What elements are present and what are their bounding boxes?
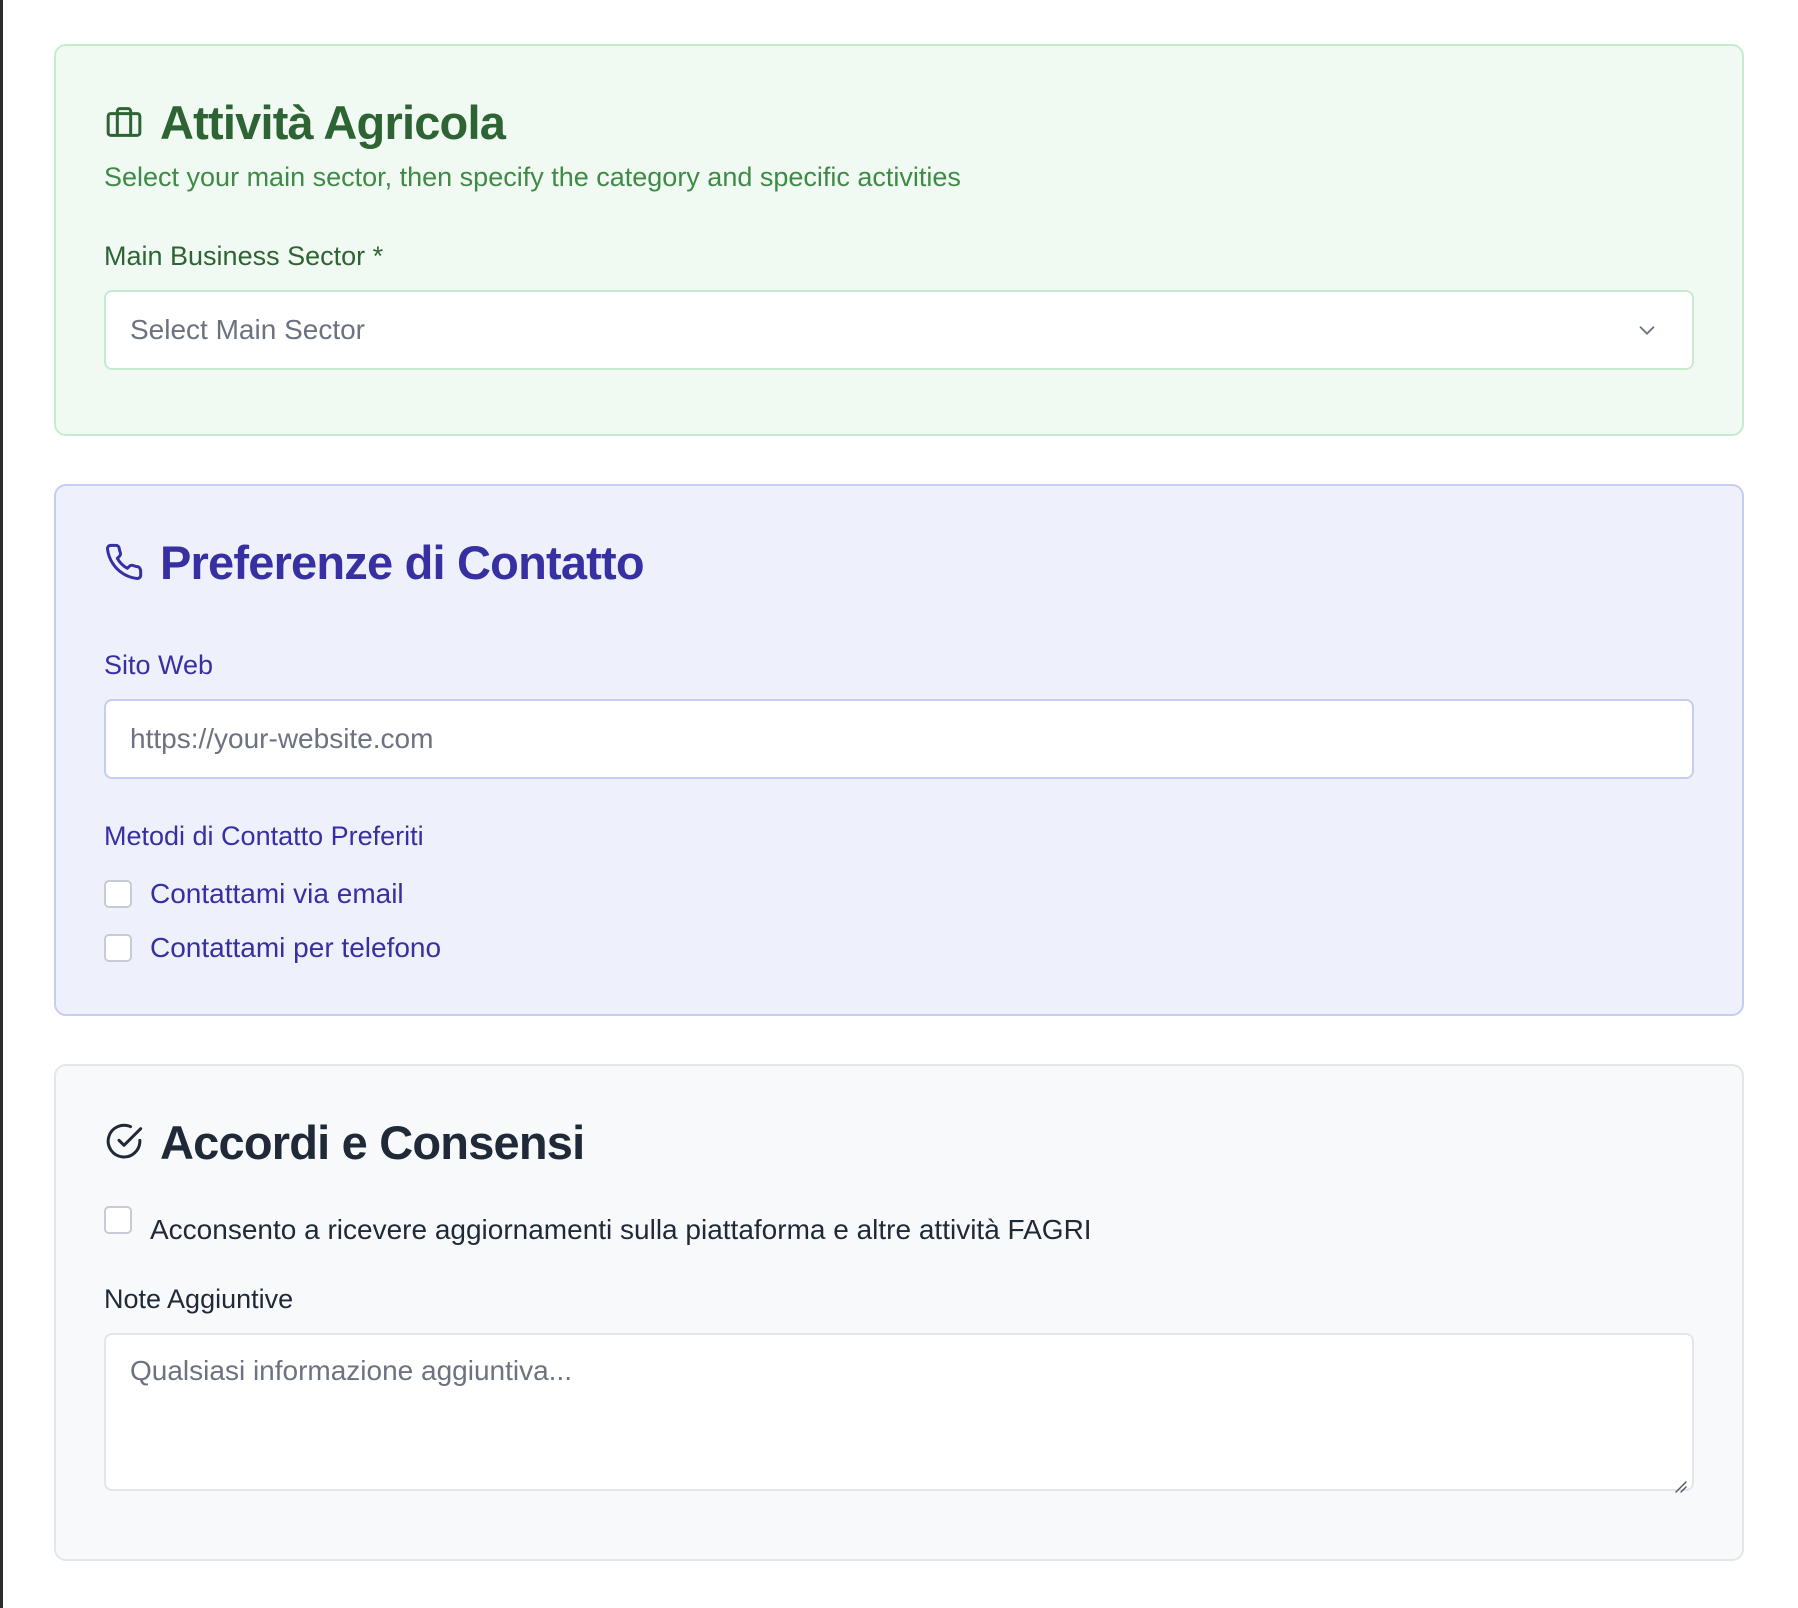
agricultural-activity-title-text: Attività Agricola <box>160 95 506 149</box>
contact-method-phone-row[interactable]: Contattami per telefono <box>104 932 1694 964</box>
additional-notes-textarea[interactable]: Qualsiasi informazione aggiuntiva... <box>104 1333 1694 1493</box>
briefcase-icon <box>104 102 144 142</box>
additional-notes-label: Note Aggiuntive <box>104 1284 294 1314</box>
check-circle-icon <box>104 1122 144 1162</box>
resize-handle-icon[interactable] <box>1672 1469 1688 1493</box>
main-sector-select[interactable]: Select Main Sector <box>104 290 1694 370</box>
contact-method-email-row[interactable]: Contattami via email <box>104 878 1694 910</box>
contact-phone-checkbox[interactable] <box>104 934 132 962</box>
contact-preferences-title: Preferenze di Contatto <box>104 532 1694 592</box>
contact-email-checkbox[interactable] <box>104 880 132 908</box>
contact-phone-label: Contattami per telefono <box>150 932 442 963</box>
agreements-title-text: Accordi e Consensi <box>160 1115 585 1169</box>
website-input-placeholder: https://your-website.com <box>130 723 434 754</box>
consent-row[interactable]: Acconsento a ricevere aggiornamenti sull… <box>104 1206 1694 1245</box>
main-sector-label: Main Business Sector * <box>104 241 384 271</box>
consent-checkbox[interactable] <box>104 1206 132 1234</box>
website-label: Sito Web <box>104 650 214 680</box>
contact-email-label: Contattami via email <box>150 878 404 909</box>
contact-preferences-title-text: Preferenze di Contatto <box>160 535 645 589</box>
agricultural-activity-section: Attività Agricola Select your main secto… <box>54 44 1744 436</box>
website-input[interactable]: https://your-website.com <box>104 699 1694 779</box>
agreements-title: Accordi e Consensi <box>104 1112 1694 1172</box>
agricultural-activity-subtitle: Select your main sector, then specify th… <box>104 162 961 192</box>
window-left-edge <box>0 0 3 1608</box>
additional-notes-placeholder: Qualsiasi informazione aggiuntiva... <box>130 1355 573 1386</box>
agreements-section: Accordi e Consensi Acconsento a ricevere… <box>54 1064 1744 1561</box>
consent-label: Acconsento a ricevere aggiornamenti sull… <box>150 1214 1092 1245</box>
contact-methods-label: Metodi di Contatto Preferiti <box>104 821 424 851</box>
main-sector-selected-value: Select Main Sector <box>130 314 365 345</box>
chevron-down-icon <box>1636 319 1658 341</box>
contact-preferences-section: Preferenze di Contatto Sito Web https://… <box>54 484 1744 1016</box>
phone-icon <box>104 542 144 582</box>
agricultural-activity-title: Attività Agricola <box>104 92 1694 152</box>
